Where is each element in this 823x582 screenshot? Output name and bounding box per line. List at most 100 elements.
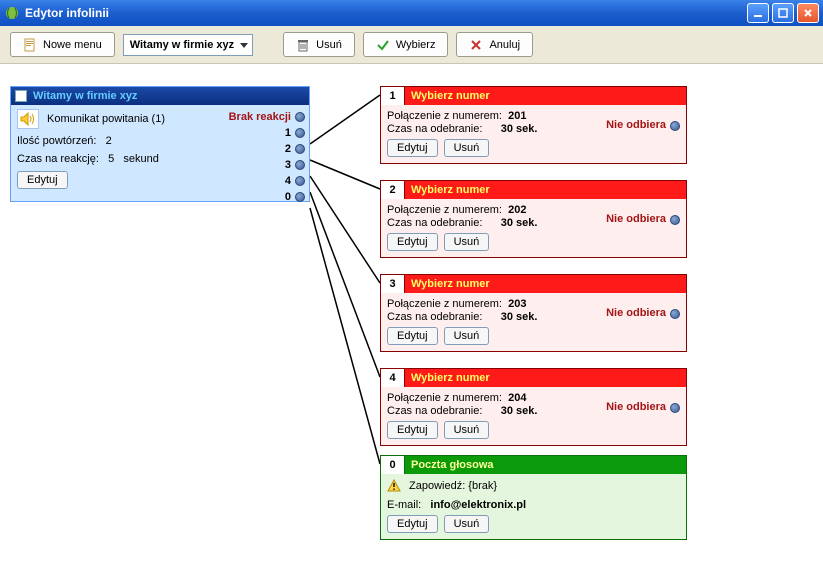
window-close-button[interactable]: [797, 3, 819, 23]
port-number: 1: [285, 127, 291, 139]
conn-label: Połączenie z numerem:: [387, 110, 502, 122]
card-number: 0: [381, 456, 405, 474]
new-menu-label: Nowe menu: [43, 39, 102, 51]
app-icon: [4, 5, 20, 21]
port-number: 0: [285, 191, 291, 203]
menu-select-value: Witamy w firmie xyz: [130, 39, 234, 51]
card-delete-button[interactable]: Usuń: [444, 421, 490, 439]
x-icon: [469, 38, 483, 52]
speaker-icon[interactable]: [17, 109, 39, 129]
greeting-edit-button[interactable]: Edytuj: [17, 171, 68, 189]
card-delete-button[interactable]: Usuń: [444, 327, 490, 345]
port-number: 2: [285, 143, 291, 155]
card-status: Nie odbiera: [606, 119, 666, 131]
time-value: 30 sek.: [501, 405, 538, 417]
card-edit-button[interactable]: Edytuj: [387, 139, 438, 157]
port-dot[interactable]: [295, 112, 305, 122]
workspace: Witamy w firmie xyz Komunikat powitania …: [0, 64, 823, 582]
time-value: 30 sek.: [501, 123, 538, 135]
card-edit-button[interactable]: Edytuj: [387, 327, 438, 345]
card-port-dot[interactable]: [670, 309, 680, 319]
target-card-4: 4 Wybierz numer Połączenie z numerem: 20…: [380, 368, 687, 446]
time-value: 30 sek.: [501, 217, 538, 229]
repeat-value: 2: [106, 135, 112, 147]
card-delete-button[interactable]: Usuń: [444, 139, 490, 157]
check-icon: [376, 38, 390, 52]
voicemail-edit-button[interactable]: Edytuj: [387, 515, 438, 533]
port-number: 4: [285, 175, 291, 187]
conn-label: Połączenie z numerem:: [387, 298, 502, 310]
card-delete-button[interactable]: Usuń: [444, 233, 490, 251]
card-title: Poczta głosowa: [405, 456, 686, 474]
card-number: 2: [381, 181, 405, 199]
port-dot[interactable]: [295, 128, 305, 138]
conn-label: Połączenie z numerem:: [387, 392, 502, 404]
conn-value: 202: [508, 204, 526, 216]
new-file-icon: [23, 38, 37, 52]
window-minimize-button[interactable]: [747, 3, 769, 23]
card-title: Wybierz numer: [405, 275, 686, 293]
voicemail-delete-button[interactable]: Usuń: [444, 515, 490, 533]
reaction-unit: sekund: [123, 153, 158, 165]
card-port-dot[interactable]: [670, 121, 680, 131]
card-title: Wybierz numer: [405, 181, 686, 199]
window-titlebar: Edytor infolinii: [0, 0, 823, 26]
conn-value: 203: [508, 298, 526, 310]
window-maximize-button[interactable]: [772, 3, 794, 23]
warning-icon: [387, 479, 401, 493]
card-port-dot[interactable]: [670, 215, 680, 225]
card-edit-button[interactable]: Edytuj: [387, 421, 438, 439]
voicemail-card: 0 Poczta głosowa Zapowiedź: {brak} E-mai…: [380, 455, 687, 540]
target-card-2: 2 Wybierz numer Połączenie z numerem: 20…: [380, 180, 687, 258]
port-dot[interactable]: [295, 144, 305, 154]
select-label: Wybierz: [396, 39, 436, 51]
target-card-3: 3 Wybierz numer Połączenie z numerem: 20…: [380, 274, 687, 352]
cancel-label: Anuluj: [489, 39, 520, 51]
card-edit-button[interactable]: Edytuj: [387, 233, 438, 251]
card-title: Wybierz numer: [405, 87, 686, 105]
target-card-1: 1 Wybierz numer Połączenie z numerem: 20…: [380, 86, 687, 164]
card-number: 1: [381, 87, 405, 105]
card-title: Wybierz numer: [405, 369, 686, 387]
trash-icon: [296, 38, 310, 52]
port-dot[interactable]: [295, 160, 305, 170]
conn-label: Połączenie z numerem:: [387, 204, 502, 216]
reaction-label: Czas na reakcję:: [17, 153, 99, 165]
greeting-title: Witamy w firmie xyz: [33, 90, 137, 102]
announce-label: Zapowiedź: {brak}: [409, 480, 497, 492]
time-label: Czas na odebranie:: [387, 123, 482, 135]
menu-select-dropdown[interactable]: Witamy w firmie xyz: [123, 34, 253, 56]
email-value: info@elektronix.pl: [430, 499, 526, 511]
greeting-header: Witamy w firmie xyz: [11, 87, 309, 105]
new-menu-button[interactable]: Nowe menu: [10, 32, 115, 57]
port-list: Brak reakcji 1 2 3 4 0: [229, 109, 305, 205]
select-button[interactable]: Wybierz: [363, 32, 449, 57]
delete-label: Usuń: [316, 39, 342, 51]
conn-value: 201: [508, 110, 526, 122]
window-title: Edytor infolinii: [25, 6, 109, 20]
greeting-panel: Witamy w firmie xyz Komunikat powitania …: [10, 86, 310, 202]
card-status: Nie odbiera: [606, 307, 666, 319]
card-port-dot[interactable]: [670, 403, 680, 413]
reaction-value: 5: [108, 153, 114, 165]
email-label: E-mail:: [387, 499, 421, 511]
port-dot[interactable]: [295, 176, 305, 186]
delete-button[interactable]: Usuń: [283, 32, 355, 57]
greeting-label: Komunikat powitania (1): [47, 113, 165, 125]
port-dot[interactable]: [295, 192, 305, 202]
conn-value: 204: [508, 392, 526, 404]
greeting-header-box: [15, 90, 27, 102]
cancel-button[interactable]: Anuluj: [456, 32, 533, 57]
card-status: Nie odbiera: [606, 213, 666, 225]
time-label: Czas na odebranie:: [387, 311, 482, 323]
toolbar: Nowe menu Witamy w firmie xyz Usuń Wybie…: [0, 26, 823, 64]
card-number: 4: [381, 369, 405, 387]
repeat-label: Ilość powtórzeń:: [17, 135, 96, 147]
card-status: Nie odbiera: [606, 401, 666, 413]
time-label: Czas na odebranie:: [387, 217, 482, 229]
time-value: 30 sek.: [501, 311, 538, 323]
time-label: Czas na odebranie:: [387, 405, 482, 417]
port-number: 3: [285, 159, 291, 171]
no-reaction-label: Brak reakcji: [229, 111, 291, 123]
card-number: 3: [381, 275, 405, 293]
